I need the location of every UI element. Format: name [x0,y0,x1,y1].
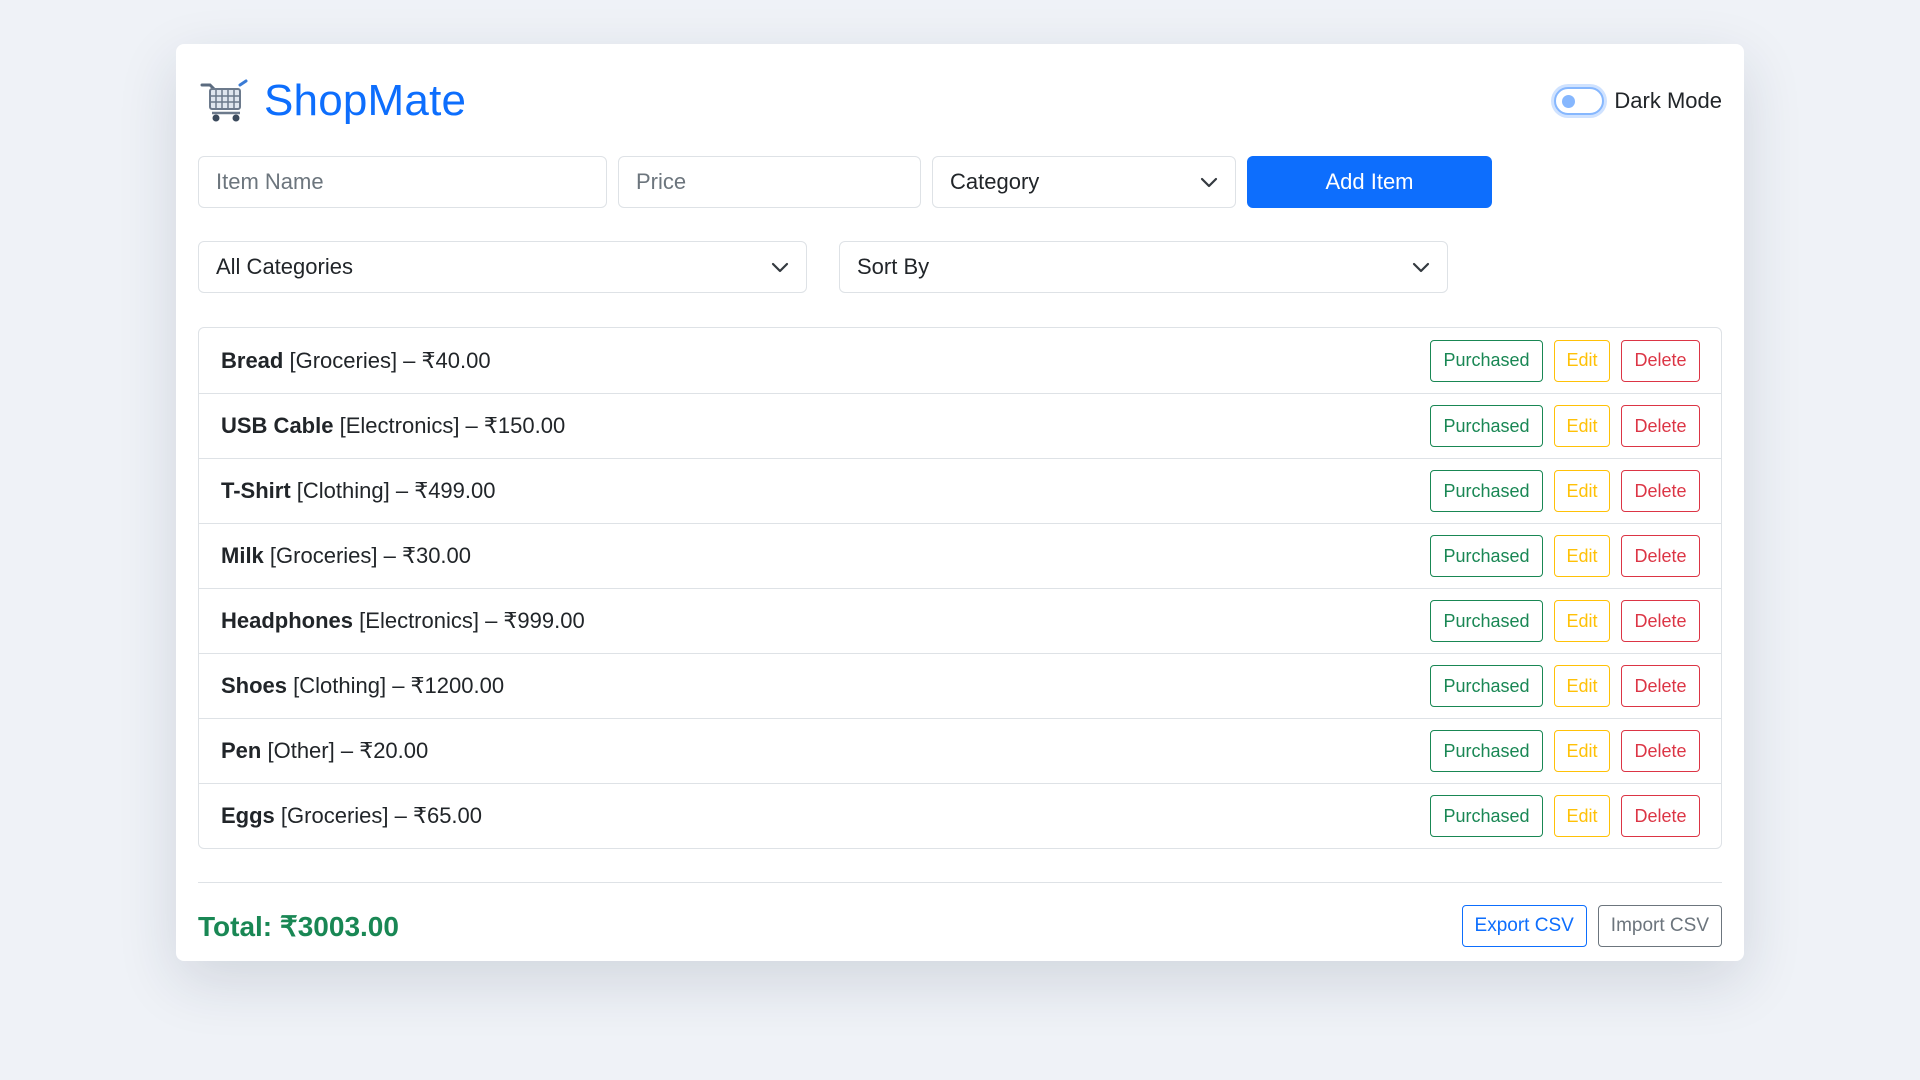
edit-button[interactable]: Edit [1554,535,1610,577]
item-name: Eggs [221,803,275,828]
edit-button[interactable]: Edit [1554,339,1610,382]
delete-button[interactable]: Delete [1621,730,1700,772]
edit-button[interactable]: Edit [1554,600,1610,642]
item-actions: Purchased Edit Delete [1430,730,1700,772]
delete-button[interactable]: Delete [1621,405,1700,447]
item-name-input[interactable]: Item Name [198,156,607,208]
edit-button[interactable]: Edit [1554,405,1610,447]
sort-select[interactable]: Sort By [839,241,1448,293]
list-item: Eggs [Groceries] – ₹65.00 Purchased Edit… [199,783,1721,848]
app-card: ShopMate Dark Mode Item Name Price Categ… [176,44,1744,961]
csv-actions: Export CSV Import CSV [1461,905,1722,947]
item-actions: Purchased Edit Delete [1430,470,1700,512]
item-detail: [Clothing] – ₹1200.00 [293,673,505,698]
brand: ShopMate [198,75,466,127]
purchased-button[interactable]: Purchased [1430,795,1543,837]
add-item-button[interactable]: Add Item [1247,156,1492,208]
delete-button[interactable]: Delete [1621,470,1700,512]
item-name: Pen [221,738,262,763]
purchased-button[interactable]: Purchased [1430,600,1543,642]
list-item: Shoes [Clothing] – ₹1200.00 Purchased Ed… [199,653,1721,718]
item-actions: Purchased Edit Delete [1430,405,1700,447]
item-actions: Purchased Edit Delete [1430,339,1700,382]
item-detail: [Groceries] – ₹65.00 [280,803,483,828]
item-detail: [Other] – ₹20.00 [267,738,429,763]
chevron-down-icon [771,262,789,273]
edit-button[interactable]: Edit [1554,470,1610,512]
item-actions: Purchased Edit Delete [1430,535,1700,577]
item-name: T-Shirt [221,478,291,503]
edit-button[interactable]: Edit [1554,795,1610,837]
shopping-cart-icon [198,75,250,127]
item-name: USB Cable [221,413,334,438]
add-item-form: Item Name Price Category Add Item [198,156,1722,208]
list-item: Pen [Other] – ₹20.00 Purchased Edit Dele… [199,718,1721,783]
delete-button[interactable]: Delete [1621,535,1700,577]
item-name: Milk [221,543,264,568]
total-amount: Total: ₹3003.00 [198,910,399,942]
purchased-button[interactable]: Purchased [1430,470,1543,512]
list-item: Milk [Groceries] – ₹30.00 Purchased Edit… [199,523,1721,588]
filter-bar: All Categories Sort By [198,241,1722,293]
header: ShopMate Dark Mode [198,44,1722,152]
purchased-button[interactable]: Purchased [1430,405,1543,447]
delete-button[interactable]: Delete [1621,339,1700,382]
footer: Total: ₹3003.00 Export CSV Import CSV [198,905,1722,947]
chevron-down-icon [1200,177,1218,188]
purchased-button[interactable]: Purchased [1430,339,1543,382]
delete-button[interactable]: Delete [1621,600,1700,642]
item-detail: [Electronics] – ₹150.00 [339,413,566,438]
list-item: Bread [Groceries] – ₹40.00 Purchased Edi… [199,328,1721,393]
category-select[interactable]: Category [932,156,1236,208]
category-filter-value: All Categories [216,254,353,279]
item-name: Headphones [221,608,354,633]
sort-select-value: Sort By [857,254,930,279]
edit-button[interactable]: Edit [1554,730,1610,772]
list-item: T-Shirt [Clothing] – ₹499.00 Purchased E… [199,458,1721,523]
item-detail: [Groceries] – ₹30.00 [269,543,472,568]
item-actions: Purchased Edit Delete [1430,600,1700,642]
purchased-button[interactable]: Purchased [1430,665,1543,707]
item-detail: [Electronics] – ₹999.00 [359,608,585,633]
edit-button[interactable]: Edit [1554,665,1610,707]
item-detail: [Clothing] – ₹499.00 [296,478,496,503]
purchased-button[interactable]: Purchased [1430,730,1543,772]
list-item: Headphones [Electronics] – ₹999.00 Purch… [199,588,1721,653]
category-select-value: Category [950,169,1040,194]
footer-divider [198,882,1722,883]
item-actions: Purchased Edit Delete [1430,665,1700,707]
dark-mode-label: Dark Mode [1614,88,1722,113]
item-actions: Purchased Edit Delete [1430,795,1700,837]
toggle-knob [1562,95,1576,108]
dark-mode-toggle[interactable] [1554,87,1605,115]
item-detail: [Groceries] – ₹40.00 [289,347,491,373]
category-filter-select[interactable]: All Categories [198,241,807,293]
delete-button[interactable]: Delete [1621,665,1700,707]
price-input[interactable]: Price [618,156,921,208]
import-csv-button[interactable]: Import CSV [1597,905,1722,947]
list-item: USB Cable [Electronics] – ₹150.00 Purcha… [199,393,1721,458]
export-csv-button[interactable]: Export CSV [1461,905,1587,947]
delete-button[interactable]: Delete [1621,795,1700,837]
chevron-down-icon [1412,262,1430,273]
purchased-button[interactable]: Purchased [1430,535,1543,577]
item-name: Bread [221,347,284,373]
dark-mode-switch[interactable]: Dark Mode [1554,87,1722,115]
app-title: ShopMate [264,76,467,125]
shopping-list: Bread [Groceries] – ₹40.00 Purchased Edi… [198,327,1722,849]
item-name: Shoes [221,673,288,698]
